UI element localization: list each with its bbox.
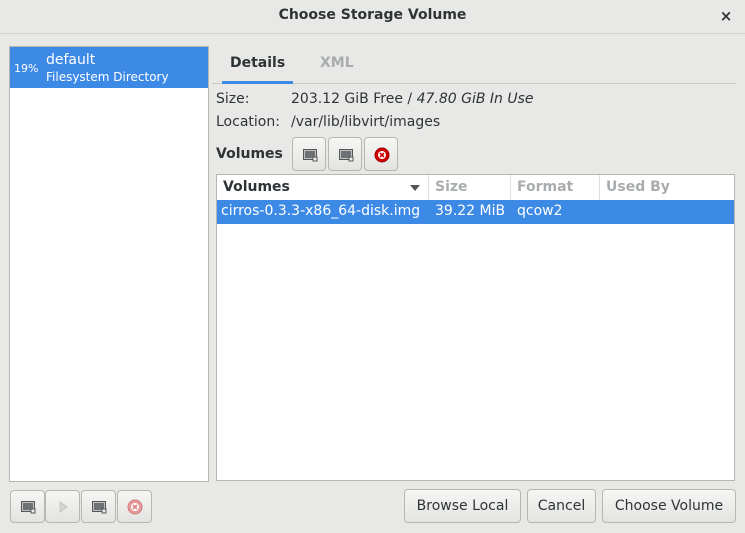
pool-list: 19% default Filesystem Directory <box>9 46 209 482</box>
sort-descending-icon <box>410 185 420 191</box>
details-panel: Size: 203.12 GiB Free / 47.80 GiB In Use… <box>212 84 736 482</box>
refresh-icon <box>339 149 354 162</box>
title-bar: Choose Storage Volume × <box>0 0 745 34</box>
location-label: Location: <box>216 114 280 130</box>
volume-name-cell: cirros-0.3.3-x86_64-disk.img <box>221 203 421 219</box>
column-header-volumes[interactable]: Volumes <box>217 175 429 201</box>
refresh-volumes-button[interactable] <box>328 137 362 171</box>
table-row[interactable]: cirros-0.3.3-x86_64-disk.img 39.22 MiB q… <box>217 200 734 224</box>
delete-pool-icon <box>127 499 143 515</box>
choose-volume-button[interactable]: Choose Volume <box>602 489 736 523</box>
delete-volume-button[interactable] <box>364 137 398 171</box>
size-free: 203.12 GiB Free <box>291 91 403 107</box>
close-icon[interactable]: × <box>719 7 733 25</box>
size-in-use: 47.80 GiB In Use <box>416 91 534 107</box>
new-volume-button[interactable] <box>292 137 326 171</box>
cancel-button[interactable]: Cancel <box>527 489 596 523</box>
tab-details[interactable]: Details <box>222 55 294 84</box>
stop-pool-icon <box>92 501 107 514</box>
column-header-used-by[interactable]: Used By <box>600 175 734 201</box>
pool-type: Filesystem Directory <box>46 70 169 84</box>
volumes-heading: Volumes <box>216 146 283 162</box>
start-pool-button[interactable] <box>45 490 80 523</box>
pool-item-default[interactable]: 19% default Filesystem Directory <box>10 47 208 88</box>
stop-pool-button[interactable] <box>81 490 116 523</box>
add-pool-icon <box>21 501 36 514</box>
start-pool-icon <box>59 501 68 513</box>
volume-size-cell: 39.22 MiB <box>435 203 506 219</box>
location-value: /var/lib/libvirt/images <box>291 114 441 130</box>
tab-bar: Details XML <box>212 47 736 84</box>
column-header-format[interactable]: Format <box>511 175 600 201</box>
delete-pool-button[interactable] <box>117 490 152 523</box>
window-title: Choose Storage Volume <box>278 7 467 23</box>
column-header-label: Volumes <box>223 179 290 195</box>
new-volume-icon <box>303 149 318 162</box>
pool-usage-percent: 19% <box>14 62 39 75</box>
volume-table: Volumes Size Format Used By cirros-0.3.3… <box>216 174 735 481</box>
browse-local-button[interactable]: Browse Local <box>404 489 521 523</box>
add-pool-button[interactable] <box>10 490 45 523</box>
tab-xml[interactable]: XML <box>312 55 362 84</box>
size-label: Size: <box>216 91 250 107</box>
size-separator: / <box>402 91 417 107</box>
pool-name: default <box>46 52 96 68</box>
column-header-size[interactable]: Size <box>429 175 511 201</box>
delete-icon <box>374 147 390 163</box>
volume-format-cell: qcow2 <box>517 203 563 219</box>
size-value: 203.12 GiB Free / 47.80 GiB In Use <box>291 91 534 107</box>
